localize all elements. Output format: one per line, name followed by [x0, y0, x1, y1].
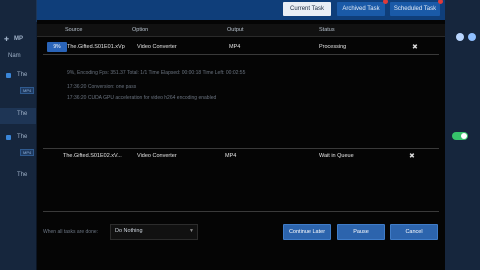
- log-line: 17:36:20 CUDA GPU acceleration for video…: [67, 95, 217, 101]
- sidebar-item-label[interactable]: The: [17, 72, 27, 78]
- row-source: The.Gifted.S01E02.xV...: [63, 153, 122, 159]
- pause-button[interactable]: Pause: [337, 224, 385, 240]
- tab-label: Scheduled Task: [393, 6, 437, 12]
- close-icon[interactable]: ✖: [409, 152, 415, 160]
- menu-icon[interactable]: [456, 33, 464, 41]
- tab-label: Archived Task: [342, 6, 380, 12]
- tab-current-task[interactable]: Current Task: [283, 2, 331, 16]
- cancel-button[interactable]: Cancel: [390, 224, 438, 240]
- sidebar-item-label[interactable]: The: [17, 172, 27, 178]
- tab-scheduled-task[interactable]: Scheduled Task: [390, 0, 443, 16]
- button-label: Pause: [353, 229, 369, 235]
- tab-archived-task[interactable]: Archived Task: [337, 0, 388, 16]
- chevron-down-icon: ▼: [189, 228, 194, 234]
- tab-label: Current Task: [290, 6, 324, 12]
- column-source: Source: [65, 27, 83, 33]
- log-line: 17:36:20 Conversion: one pass: [67, 84, 137, 90]
- sidebar-item-tag: MP4: [20, 87, 35, 94]
- table-row[interactable]: 9% The.Gifted.S01E01.xVp Video Converter…: [43, 40, 439, 55]
- row-output: MP4: [229, 44, 241, 50]
- column-output: Output: [227, 27, 244, 33]
- row-output: MP4: [225, 153, 237, 159]
- table-header: Source Option Output Status: [37, 24, 445, 37]
- row-status: Processing: [319, 44, 347, 50]
- sidebar-item-label[interactable]: The: [17, 134, 27, 140]
- when-done-label: When all tasks are done:: [43, 229, 99, 235]
- task-dialog: Current Task Archived Task Scheduled Tas…: [37, 0, 445, 270]
- sidebar-item-checkbox[interactable]: [6, 135, 11, 140]
- user-icon[interactable]: [468, 33, 476, 41]
- column-option: Option: [132, 27, 149, 33]
- sidebar-name-label: Nam: [8, 53, 21, 59]
- close-icon[interactable]: ✖: [412, 43, 418, 51]
- column-status: Status: [319, 27, 335, 33]
- row-status: Wait in Queue: [319, 153, 354, 159]
- plus-icon[interactable]: ✚: [4, 36, 9, 43]
- sidebar-item-label[interactable]: The: [17, 111, 27, 117]
- select-value: Do Nothing: [115, 228, 143, 234]
- sidebar-mp-label[interactable]: MP: [14, 36, 23, 42]
- row-option: Video Converter: [137, 44, 177, 50]
- dialog-footer: When all tasks are done: Do Nothing ▼ Co…: [37, 218, 445, 246]
- log-line: 9%, Encoding Fps: 351.37 Total: 1/1 Time…: [67, 70, 246, 76]
- progress-badge: 9%: [47, 42, 67, 52]
- button-label: Continue Later: [288, 229, 326, 235]
- row-source: The.Gifted.S01E01.xVp: [67, 44, 125, 50]
- table-row[interactable]: The.Gifted.S01E02.xV... Video Converter …: [43, 148, 439, 212]
- sidebar-item-tag: MP4: [20, 149, 35, 156]
- button-label: Cancel: [405, 229, 423, 235]
- row-option: Video Converter: [137, 153, 177, 159]
- when-done-select[interactable]: Do Nothing ▼: [110, 224, 198, 240]
- gpu-toggle[interactable]: [452, 132, 468, 140]
- sidebar-item-checkbox[interactable]: [6, 73, 11, 78]
- continue-later-button[interactable]: Continue Later: [283, 224, 331, 240]
